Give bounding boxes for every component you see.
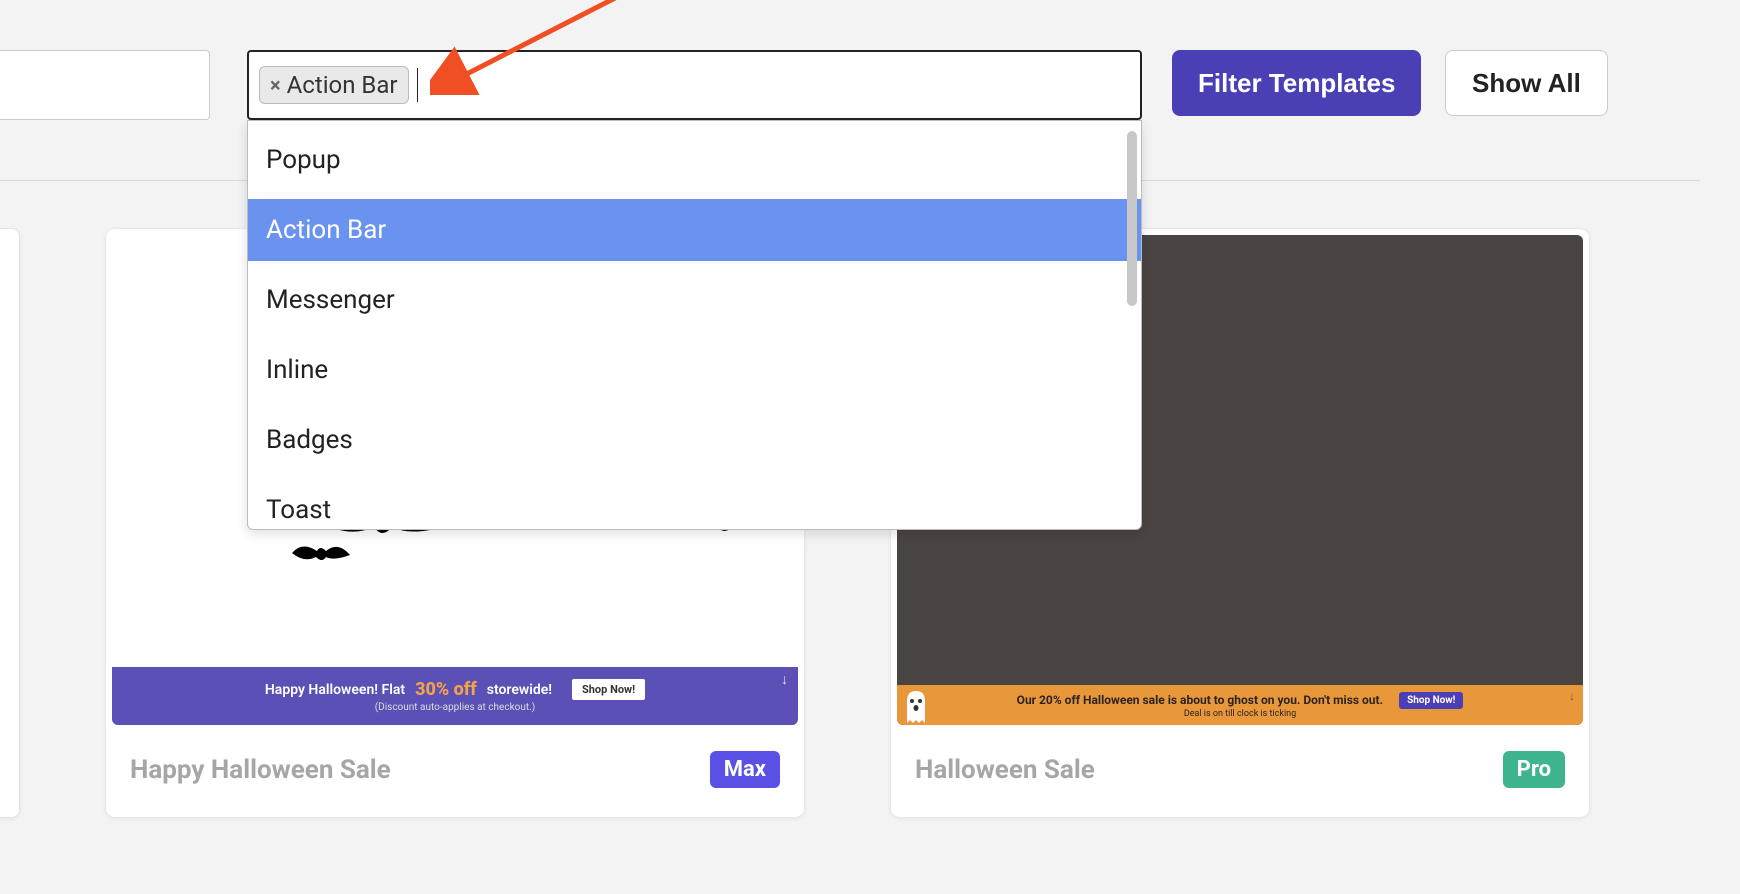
- template-type-dropdown[interactable]: Popup Action Bar Messenger Inline Badges…: [247, 120, 1142, 530]
- template-title: Halloween Sale: [915, 755, 1095, 785]
- filter-templates-button[interactable]: Filter Templates: [1172, 50, 1421, 116]
- dropdown-option-badges[interactable]: Badges: [248, 409, 1141, 471]
- banner-subtext: (Discount auto-applies at checkout.): [375, 702, 536, 713]
- tier-badge-pro: Pro: [1503, 751, 1565, 788]
- dropdown-option-popup[interactable]: Popup: [248, 129, 1141, 191]
- tier-badge-max: Max: [710, 751, 780, 788]
- dropdown-option-action-bar[interactable]: Action Bar: [248, 199, 1141, 261]
- template-type-multiselect[interactable]: × Action Bar: [247, 50, 1142, 120]
- chip-label: Action Bar: [287, 71, 398, 99]
- action-bar-banner: Our 20% off Halloween sale is about to g…: [897, 685, 1583, 725]
- dropdown-option-toast[interactable]: Toast: [248, 479, 1141, 525]
- previous-filter-input[interactable]: [0, 50, 210, 120]
- banner-subtext: Deal is on till clock is ticking: [1184, 709, 1296, 719]
- ghost-icon: [903, 689, 929, 723]
- dropdown-option-messenger[interactable]: Messenger: [248, 269, 1141, 331]
- banner-text: Our 20% off Halloween sale is about to g…: [1017, 693, 1383, 707]
- banner-shop-button[interactable]: Shop Now!: [572, 679, 645, 700]
- action-bar-banner: Happy Halloween! Flat 30% off storewide!…: [112, 667, 798, 725]
- show-all-button[interactable]: Show All: [1445, 50, 1608, 116]
- card-footer: Happy Halloween Sale Max: [106, 731, 804, 814]
- text-cursor: [417, 68, 418, 102]
- dropdown-option-inline[interactable]: Inline: [248, 339, 1141, 401]
- previous-card-edge[interactable]: [0, 228, 20, 818]
- collapse-icon[interactable]: ↓: [1569, 689, 1575, 703]
- selected-chip-action-bar[interactable]: × Action Bar: [259, 66, 409, 104]
- banner-text-suffix: storewide!: [487, 682, 552, 698]
- card-footer: Halloween Sale Pro: [891, 731, 1589, 814]
- banner-text-prefix: Happy Halloween! Flat: [265, 682, 405, 698]
- collapse-icon[interactable]: ↓: [781, 671, 788, 688]
- remove-chip-icon[interactable]: ×: [270, 75, 281, 95]
- dropdown-scrollbar-thumb[interactable]: [1127, 131, 1137, 306]
- template-title: Happy Halloween Sale: [130, 755, 391, 785]
- banner-shop-button[interactable]: Shop Now!: [1399, 692, 1463, 709]
- banner-highlight: 30% off: [415, 679, 477, 700]
